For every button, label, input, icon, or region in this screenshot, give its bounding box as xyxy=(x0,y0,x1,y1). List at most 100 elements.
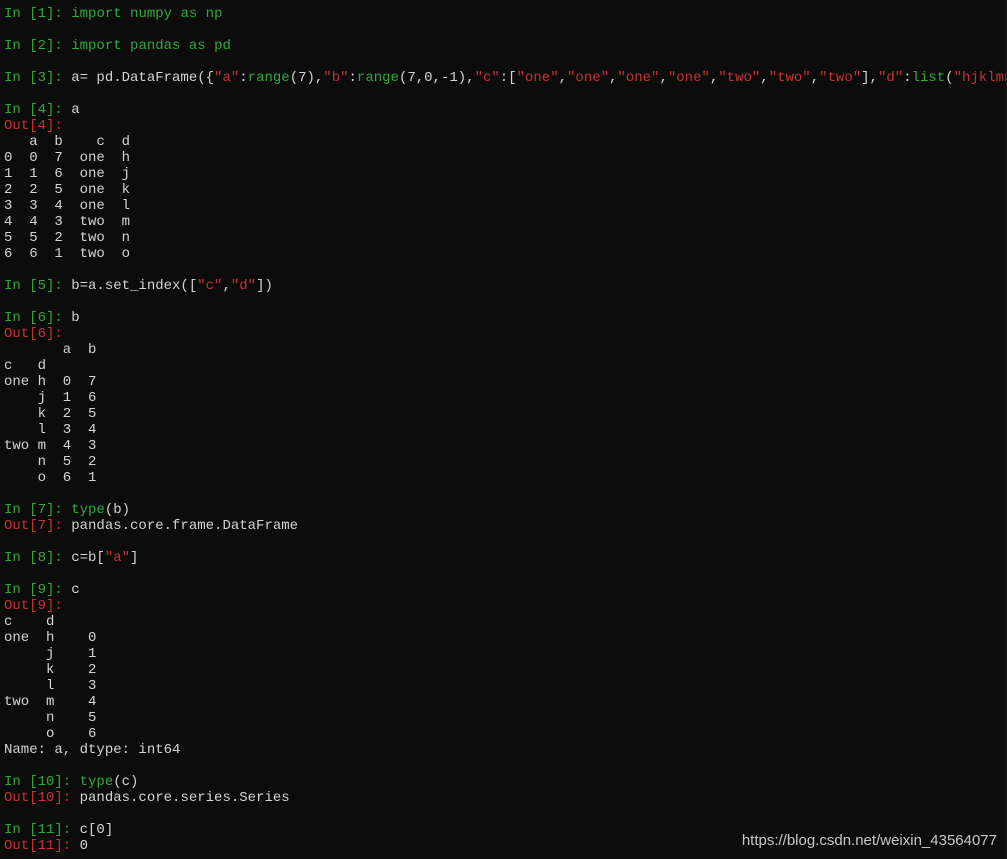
console-line: c d xyxy=(4,358,1007,374)
output-prompt: Out[10]: xyxy=(4,790,80,806)
watermark-text: https://blog.csdn.net/weixin_43564077 xyxy=(741,832,997,849)
code-text: , xyxy=(558,70,568,86)
console-line: 0 0 7 one h xyxy=(4,150,1007,166)
console-line: 3 3 4 one l xyxy=(4,198,1007,214)
input-prompt: ]: xyxy=(46,6,72,22)
output-prompt: Out[11]: xyxy=(4,838,80,854)
string-literal: "d" xyxy=(877,70,904,86)
code-text: ], xyxy=(861,70,878,86)
console-line: In [1]: import numpy as np xyxy=(4,6,1007,22)
console-line: k 2 xyxy=(4,662,1007,678)
code-text: , xyxy=(659,70,668,86)
builtin-function: list xyxy=(911,70,946,86)
console-line: 2 2 5 one k xyxy=(4,182,1007,198)
console-output[interactable]: In [1]: import numpy as np In [2]: import… xyxy=(4,6,1007,854)
string-literal: "d" xyxy=(230,278,257,294)
code-text: a b xyxy=(4,342,97,358)
console-line: one h 0 xyxy=(4,630,1007,646)
console-line: In [8]: c=b["a"] xyxy=(4,550,1007,566)
code-text: a= pd.DataFrame({ xyxy=(71,70,215,86)
keyword: np xyxy=(197,6,223,22)
string-literal: "two" xyxy=(819,70,862,86)
code-text: (7), xyxy=(289,70,324,86)
console-line: In [4]: a xyxy=(4,102,1007,118)
code-text: 0 0 7 one h xyxy=(4,150,131,166)
code-text: (c) xyxy=(113,774,139,790)
code-text: 2 2 5 one k xyxy=(4,182,131,198)
code-text: pandas.core.frame.DataFrame xyxy=(71,518,299,534)
input-prompt: In [2]: xyxy=(4,38,72,54)
keyword: import xyxy=(71,6,122,22)
string-literal: "c" xyxy=(474,70,500,86)
input-prompt: In [3]: xyxy=(4,70,72,86)
code-text: one h 0 7 xyxy=(4,374,97,390)
input-prompt: In [6]: xyxy=(4,310,72,326)
code-text: n 5 xyxy=(4,710,97,726)
input-prompt: In [11]: xyxy=(4,822,80,838)
code-text: 1 1 6 one j xyxy=(4,166,131,182)
code-text: n 5 2 xyxy=(4,454,97,470)
keyword: as xyxy=(180,6,198,22)
code-text: two m 4 xyxy=(4,694,97,710)
console-line: 4 4 3 two m xyxy=(4,214,1007,230)
console-line: n 5 2 xyxy=(4,454,1007,470)
input-prompt: In [ xyxy=(4,6,38,22)
code-text: l 3 xyxy=(4,678,97,694)
builtin-function: range xyxy=(356,70,399,86)
output-prompt: Out[4]: xyxy=(4,118,63,134)
console-line: Out[7]: pandas.core.frame.DataFrame xyxy=(4,518,1007,534)
console-line: Out[6]: xyxy=(4,326,1007,342)
console-line: In [3]: a= pd.DataFrame({"a":range(7),"b… xyxy=(4,70,1007,86)
console-line: l 3 4 xyxy=(4,422,1007,438)
console-line: l 3 xyxy=(4,678,1007,694)
code-text: (b) xyxy=(104,502,131,518)
input-prompt: In [10]: xyxy=(4,774,80,790)
code-text: j 1 xyxy=(4,646,97,662)
console-line: j 1 xyxy=(4,646,1007,662)
string-literal: "b" xyxy=(323,70,349,86)
code-text: ] xyxy=(130,550,139,566)
code-text: (7,0,-1), xyxy=(398,70,475,86)
code-text: ( xyxy=(945,70,954,86)
console-line: Out[10]: pandas.core.series.Series xyxy=(4,790,1007,806)
input-prompt: In [7]: xyxy=(4,502,72,518)
input-prompt: In [5]: xyxy=(4,278,72,294)
console-line: o 6 1 xyxy=(4,470,1007,486)
console-line: In [5]: b=a.set_index(["c","d"]) xyxy=(4,278,1007,294)
keyword: pd xyxy=(205,38,231,54)
console-line: 5 5 2 two n xyxy=(4,230,1007,246)
code-text: b xyxy=(71,310,80,326)
string-literal: "two" xyxy=(718,70,761,86)
console-line: Out[4]: xyxy=(4,118,1007,134)
console-line: In [10]: type(c) xyxy=(4,774,1007,790)
code-text: b=a.set_index([ xyxy=(71,278,198,294)
code-text: k 2 5 xyxy=(4,406,97,422)
code-text: o 6 1 xyxy=(4,470,97,486)
code-text: ]) xyxy=(256,278,273,294)
console-line: In [9]: c xyxy=(4,582,1007,598)
keyword: import xyxy=(71,38,122,54)
input-prompt: 1 xyxy=(37,6,47,22)
console-line: j 1 6 xyxy=(4,390,1007,406)
code-text: 3 3 4 one l xyxy=(4,198,131,214)
code-text: 5 5 2 two n xyxy=(4,230,131,246)
string-literal: "a" xyxy=(104,550,131,566)
string-literal: "one" xyxy=(617,70,660,86)
code-text: c[0] xyxy=(79,822,114,838)
code-text: l 3 4 xyxy=(4,422,97,438)
console-line: Name: a, dtype: int64 xyxy=(4,742,1007,758)
code-text: j 1 6 xyxy=(4,390,97,406)
keyword: as xyxy=(188,38,206,54)
console-line: one h 0 7 xyxy=(4,374,1007,390)
string-literal: "one" xyxy=(516,70,559,86)
string-literal: "a" xyxy=(214,70,240,86)
code-text: c d xyxy=(4,358,47,374)
input-prompt: In [4]: xyxy=(4,102,72,118)
